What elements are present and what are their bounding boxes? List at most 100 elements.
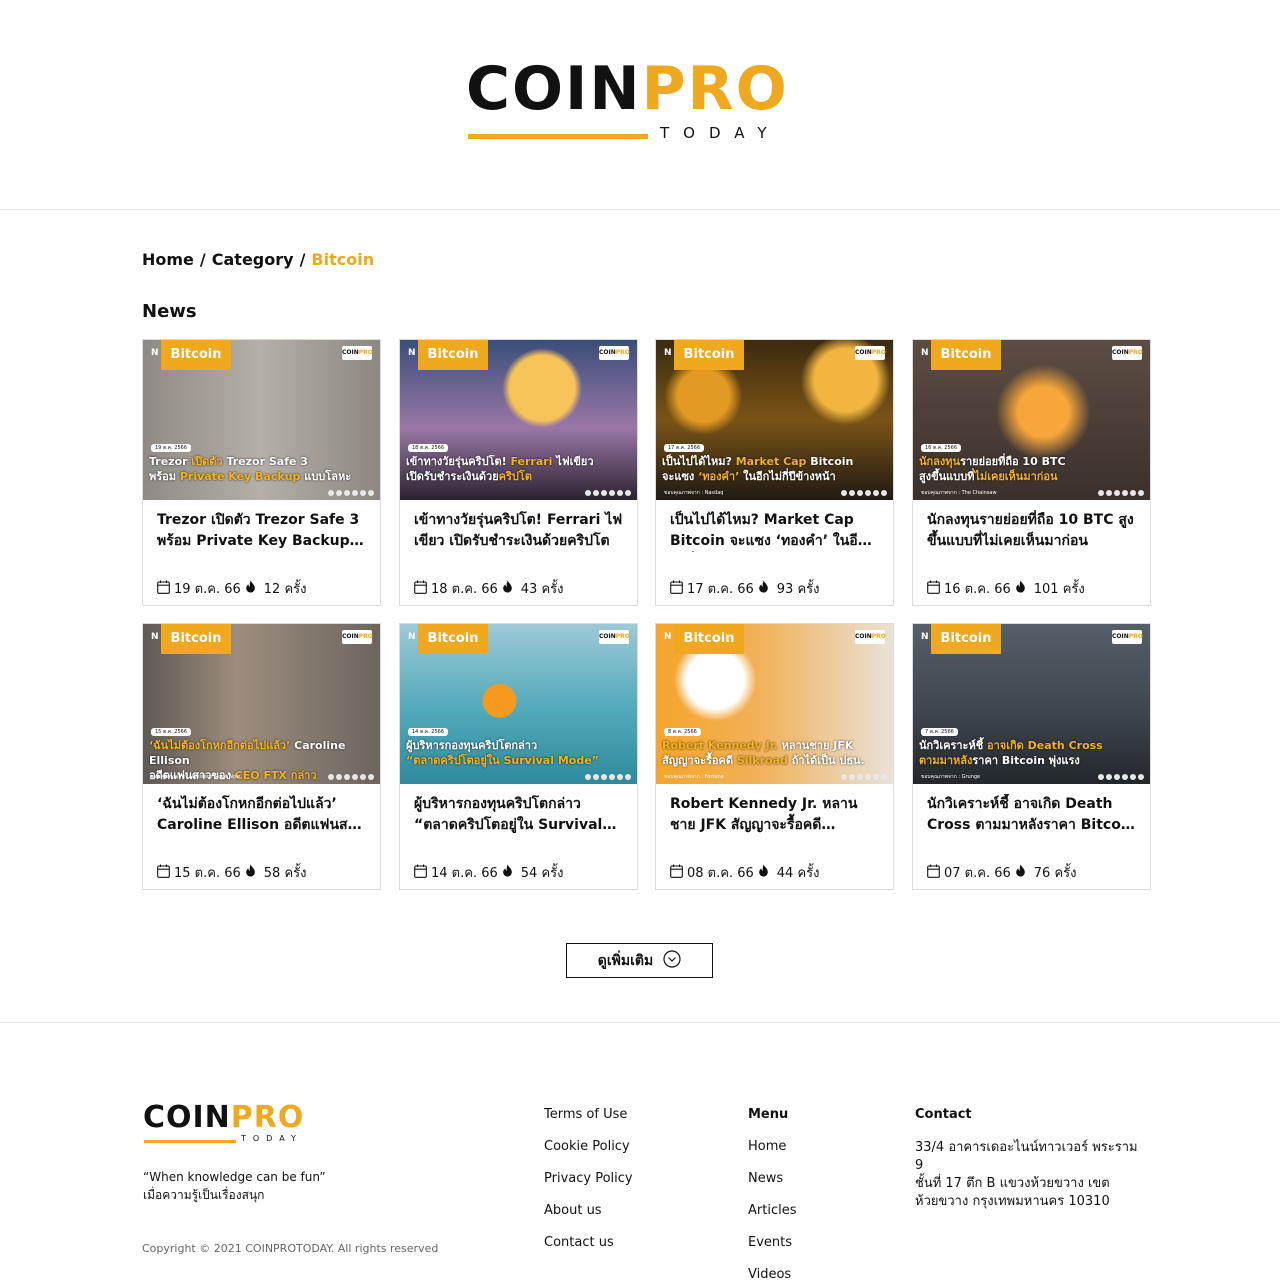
- social-icon: [873, 774, 879, 780]
- thumb-image-credit: ขอบคุณภาพจาก : Nasdaq: [664, 490, 724, 496]
- footer-menu-videos[interactable]: Videos: [748, 1267, 796, 1280]
- social-icon: [1122, 774, 1128, 780]
- news-title[interactable]: ผู้บริหารกองทุนคริปโตกล่าว “ตลาดคริปโตอย…: [414, 794, 624, 836]
- headline-text: ไฟเขียว: [552, 455, 594, 468]
- footer-menu-home[interactable]: Home: [748, 1139, 796, 1171]
- news-meta: 08 ต.ค. 66 44 ครั้ง: [670, 862, 819, 883]
- mini-logo-pro: PRO: [358, 633, 373, 640]
- news-date: 07 ต.ค. 66: [944, 866, 1011, 881]
- footer-menu-heading: Menu: [748, 1107, 789, 1122]
- footer-menu-articles[interactable]: Articles: [748, 1203, 796, 1235]
- social-icon: [865, 774, 871, 780]
- thumb-social-icons: [585, 774, 631, 780]
- category-tag[interactable]: Bitcoin: [161, 624, 231, 654]
- thumb-date-chip: 19 ต.ค. 2566: [151, 444, 192, 452]
- news-card[interactable]: N COINPRO 7 ต.ค. 2566 นักวิเคราะห์ชี้ อาจเก…: [912, 623, 1151, 890]
- fire-icon: [245, 580, 260, 597]
- social-icon: [336, 774, 342, 780]
- headline-highlight: Market Cap: [735, 455, 807, 468]
- thumb-corner-mark: N: [151, 632, 159, 642]
- thumb-social-icons: [841, 490, 887, 496]
- news-meta: 17 ต.ค. 66 93 ครั้ง: [670, 578, 819, 599]
- headline-text: ถ้าได้เป็น ปธน.: [787, 754, 865, 767]
- chevron-down-icon: [663, 949, 681, 972]
- views-count: 76 ครั้ง: [1033, 866, 1077, 881]
- footer-link-terms[interactable]: Terms of Use: [544, 1107, 633, 1139]
- thumb-headline-line1: Trezor เปิดตัว Trezor Safe 3: [149, 454, 374, 469]
- address-line: ชั้นที่ 17 ตึก B แขวงห้วยขวาง เขต: [915, 1176, 1110, 1191]
- news-card[interactable]: N COINPRO 16 ต.ค. 2566 นักลงทุนรายย่อยที่ถื…: [912, 339, 1151, 606]
- footer-logo-pro: PRO: [230, 1100, 305, 1135]
- headline-highlight: “ตลาดคริปโตอยู่ใน Survival Mode”: [406, 754, 599, 767]
- footer-link-privacy[interactable]: Privacy Policy: [544, 1171, 633, 1203]
- thumb-mini-logo: COINPRO: [855, 346, 886, 360]
- calendar-icon: [670, 864, 687, 882]
- news-title[interactable]: ‘ฉันไม่ต้องโกหกอีกต่อไปแล้ว’ Caroline El…: [157, 794, 367, 836]
- category-tag[interactable]: Bitcoin: [418, 340, 488, 370]
- footer-link-about[interactable]: About us: [544, 1203, 633, 1235]
- news-card[interactable]: N COINPRO 17 ต.ค. 2566 เป็นไปได้ไหม? Market…: [655, 339, 894, 606]
- thumb-social-icons: [328, 774, 374, 780]
- views-count: 43 ครั้ง: [520, 582, 564, 597]
- social-icon: [1106, 490, 1112, 496]
- mini-logo-pro: PRO: [358, 349, 373, 356]
- category-tag[interactable]: Bitcoin: [161, 340, 231, 370]
- category-tag[interactable]: Bitcoin: [674, 340, 744, 370]
- thumb-headline-line1: ผู้บริหารกองทุนคริปโตกล่าว: [406, 738, 631, 753]
- mini-logo-coin: COIN: [342, 349, 359, 356]
- news-views: 12 ครั้ง: [245, 578, 306, 599]
- news-card[interactable]: N COINPRO 19 ต.ค. 2566 Trezor เปิดตัว Trezo…: [142, 339, 381, 606]
- news-title[interactable]: Trezor เปิดตัว Trezor Safe 3 พร้อม Priva…: [157, 510, 367, 552]
- news-title[interactable]: Robert Kennedy Jr. หลานชาย JFK สัญญาจะรื…: [670, 794, 880, 836]
- footer-menu-events[interactable]: Events: [748, 1235, 796, 1267]
- news-title[interactable]: เข้าทางวัยรุ่นคริปโต! Ferrari ไฟเขียว เป…: [414, 510, 624, 552]
- mini-logo-pro: PRO: [871, 349, 886, 356]
- social-icon: [1114, 774, 1120, 780]
- news-title[interactable]: นักวิเคราะห์ชี้ อาจเกิด Death Cross ตามม…: [927, 794, 1137, 836]
- calendar-icon: [670, 580, 687, 598]
- thumb-headline-line2: “ตลาดคริปโตอยู่ใน Survival Mode”: [406, 753, 631, 768]
- headline-text: ในอีกไม่กี่ปีข้างหน้า: [739, 470, 836, 483]
- headline-highlight: Ferrari: [510, 455, 553, 468]
- news-title[interactable]: นักลงทุนรายย่อยที่ถือ 10 BTC สูงขึ้นแบบท…: [927, 510, 1137, 552]
- calendar-icon: [414, 864, 431, 882]
- category-tag[interactable]: Bitcoin: [931, 340, 1001, 370]
- logo-underline: [468, 134, 648, 139]
- mini-logo-coin: COIN: [855, 349, 872, 356]
- news-card[interactable]: N COINPRO 18 ต.ค. 2566 เข้าทางวัยรุ่นคริปโต…: [399, 339, 638, 606]
- thumb-mini-logo: COINPRO: [342, 346, 373, 360]
- footer-link-contact[interactable]: Contact us: [544, 1235, 633, 1267]
- breadcrumb-home[interactable]: Home: [142, 250, 194, 269]
- category-tag[interactable]: Bitcoin: [674, 624, 744, 654]
- headline-text: พร้อม: [149, 470, 180, 483]
- category-tag[interactable]: Bitcoin: [931, 624, 1001, 654]
- thumb-mini-logo: COINPRO: [342, 630, 373, 644]
- footer-logo[interactable]: COINPRO TODAY: [143, 1101, 323, 1149]
- fire-icon: [758, 580, 773, 597]
- social-icon: [609, 774, 615, 780]
- views-count: 101 ครั้ง: [1033, 582, 1085, 597]
- site-logo[interactable]: COINPRO TODAY: [466, 56, 816, 146]
- category-tag[interactable]: Bitcoin: [418, 624, 488, 654]
- social-icon: [849, 490, 855, 496]
- news-card[interactable]: N COINPRO 15 ต.ค. 2566 ‘ฉันไม่ต้องโกหกอีกต่…: [142, 623, 381, 890]
- news-card[interactable]: N COINPRO 8 ต.ค. 2566 Robert Kennedy Jr. หล…: [655, 623, 894, 890]
- news-card[interactable]: N COINPRO 14 ต.ค. 2566 ผู้บริหารกองทุนคริปโ…: [399, 623, 638, 890]
- footer-link-cookie[interactable]: Cookie Policy: [544, 1139, 633, 1171]
- thumb-corner-mark: N: [921, 632, 929, 642]
- social-icon: [609, 490, 615, 496]
- social-icon: [1138, 490, 1144, 496]
- news-date: 17 ต.ค. 66: [687, 582, 754, 597]
- social-icon: [593, 490, 599, 496]
- see-more-button[interactable]: ดูเพิ่มเติม: [566, 943, 713, 978]
- logo-pro-text: PRO: [641, 54, 789, 124]
- headline-highlight: เปิดตัว: [187, 455, 227, 468]
- news-title[interactable]: เป็นไปได้ไหม? Market Cap Bitcoin จะแซง ‘…: [670, 510, 880, 552]
- social-icon: [849, 774, 855, 780]
- social-icon: [360, 490, 366, 496]
- footer-menu-news[interactable]: News: [748, 1171, 796, 1203]
- news-meta: 16 ต.ค. 66 101 ครั้ง: [927, 578, 1085, 599]
- social-icon: [1106, 774, 1112, 780]
- breadcrumb-category[interactable]: Category: [212, 250, 294, 269]
- breadcrumb-separator: /: [199, 250, 206, 269]
